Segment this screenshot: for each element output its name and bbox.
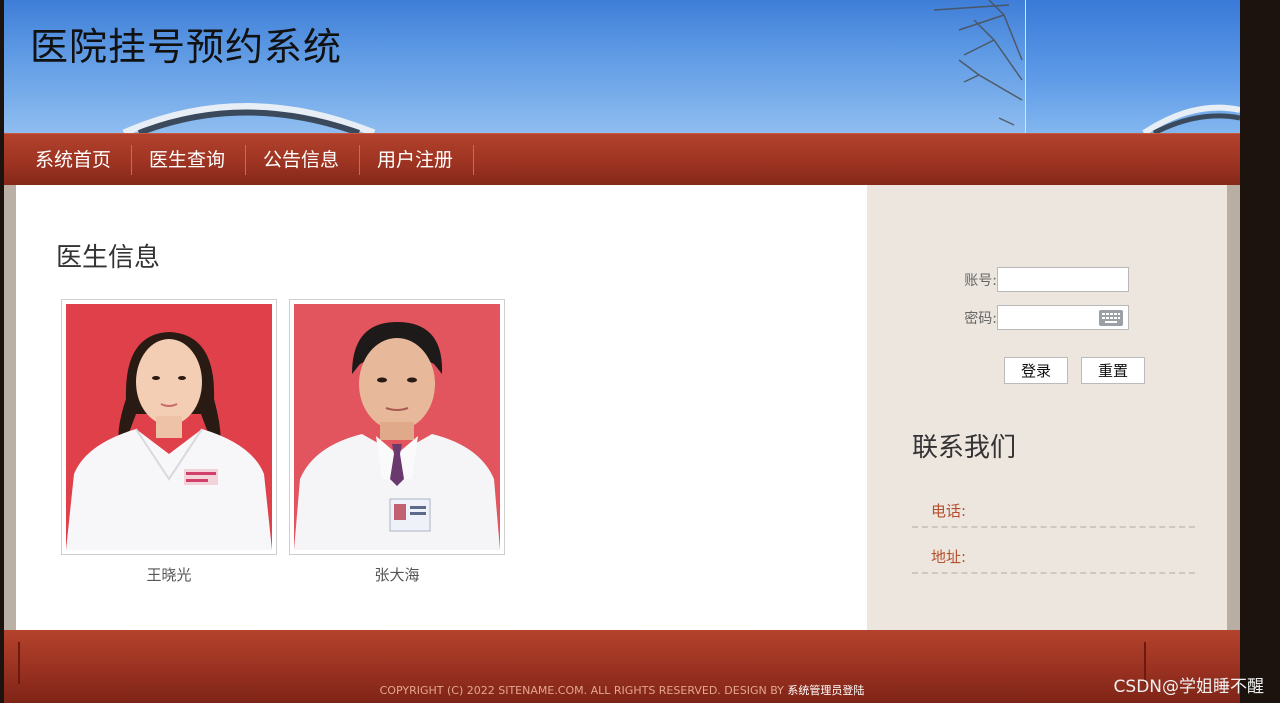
account-input[interactable] <box>997 267 1129 292</box>
watermark: CSDN@学姐睡不醒 <box>1113 677 1264 697</box>
phone-label: 电话: <box>931 502 967 520</box>
left-edge <box>4 185 16 630</box>
main-content: 医生信息 王晓光 张大海 <box>16 185 867 630</box>
site-title: 医院挂号预约系统 <box>30 25 343 69</box>
page: 医院挂号预约系统 系统首页 医生查询 公告信息 用户注册 医生信息 王晓光 张大… <box>4 0 1240 703</box>
doctor-photo[interactable] <box>61 299 277 555</box>
doctor-card[interactable]: 张大海 <box>289 299 505 585</box>
doctor-name[interactable]: 张大海 <box>290 564 504 585</box>
contact-title: 联系我们 <box>912 433 1017 463</box>
nav-item-register[interactable]: 用户注册 <box>362 144 475 175</box>
nav-item-announcements[interactable]: 公告信息 <box>248 144 361 175</box>
login-button[interactable]: 登录 <box>1004 357 1068 384</box>
doctor-card[interactable]: 王晓光 <box>61 299 277 585</box>
main-nav: 系统首页 医生查询 公告信息 用户注册 <box>4 133 1240 185</box>
address-label: 地址: <box>931 548 967 566</box>
password-row: 密码: <box>949 305 1129 330</box>
password-label: 密码: <box>964 310 997 327</box>
footer: COPYRIGHT (C) 2022 SITENAME.COM. ALL RIG… <box>4 630 1240 703</box>
account-row: 账号: <box>949 267 1129 292</box>
sidebar: 账号: 密码: 登录 重置 联系我们 电话: 地址: <box>867 185 1227 630</box>
copyright: COPYRIGHT (C) 2022 SITENAME.COM. ALL RIG… <box>379 684 788 697</box>
password-wrap <box>997 305 1129 330</box>
nav-item-doctor-search[interactable]: 医生查询 <box>134 144 247 175</box>
section-title: 医生信息 <box>56 243 161 273</box>
reset-button[interactable]: 重置 <box>1081 357 1145 384</box>
doctor-photo[interactable] <box>289 299 505 555</box>
nav-item-home[interactable]: 系统首页 <box>20 144 133 175</box>
contact-address: 地址: <box>912 528 1195 574</box>
account-label: 账号: <box>964 272 997 289</box>
doctor-name[interactable]: 王晓光 <box>62 564 276 585</box>
keyboard-icon[interactable] <box>1099 310 1123 326</box>
contact-phone: 电话: <box>912 482 1195 528</box>
copyright-text: COPYRIGHT (C) 2022 SITENAME.COM. ALL RIG… <box>4 682 1240 698</box>
footer-divider <box>18 642 20 684</box>
header-banner: 医院挂号预约系统 <box>4 0 1240 133</box>
admin-login-link[interactable]: 系统管理员登陆 <box>787 684 864 697</box>
right-edge <box>1227 185 1240 630</box>
